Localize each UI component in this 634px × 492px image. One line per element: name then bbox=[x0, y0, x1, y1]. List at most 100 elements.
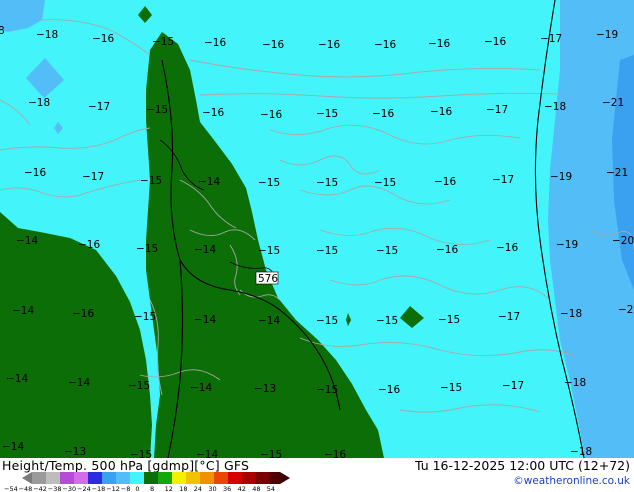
colorbar-tick-label: 24 bbox=[194, 485, 202, 492]
temperature-label: −20 bbox=[612, 235, 634, 247]
colorbar-tick-label: 0 bbox=[135, 485, 139, 492]
temperature-label: −18 bbox=[570, 446, 592, 458]
temperature-label: −19 bbox=[550, 171, 572, 183]
colorbar-tick-label: −38 bbox=[48, 485, 62, 492]
temperature-label: −17 bbox=[498, 311, 520, 323]
colorbar-tick-label: 8 bbox=[150, 485, 154, 492]
temperature-label: −19 bbox=[596, 29, 618, 41]
temperature-label: −14 bbox=[2, 441, 24, 453]
temperature-label: −14 bbox=[12, 305, 34, 317]
colorbar-tick-label: −18 bbox=[92, 485, 106, 492]
footer: Height/Temp. 500 hPa [gdmp][°C] GFS Tu 1… bbox=[0, 458, 634, 492]
temperature-label: −17 bbox=[486, 104, 508, 116]
temperature-label: −14 bbox=[196, 449, 218, 458]
temperature-label: −16 bbox=[430, 106, 452, 118]
colorbar-tick-label: −48 bbox=[19, 485, 33, 492]
colorbar-tick-label: 30 bbox=[208, 485, 216, 492]
temperature-label: −14 bbox=[194, 244, 216, 256]
temperature-label: −16 bbox=[372, 108, 394, 120]
temperature-label: −16 bbox=[202, 107, 224, 119]
colorbar-tick-label: 54 bbox=[267, 485, 275, 492]
temperature-label: −15 bbox=[316, 384, 338, 396]
temperature-label: −15 bbox=[376, 315, 398, 327]
temperature-label: −15 bbox=[316, 315, 338, 327]
temperature-label: −15 bbox=[316, 177, 338, 189]
temperature-label: −17 bbox=[502, 380, 524, 392]
temperature-label: −14 bbox=[198, 176, 220, 188]
temperature-label: −16 bbox=[324, 449, 346, 458]
colorbar-tick-label: −12 bbox=[106, 485, 120, 492]
colorbar-ticks: −54 −48 −42 −38 −30 −24 −18 −12 −8 0 8 12 18 24 30 36 42… bbox=[4, 485, 275, 492]
edge-label-left: 8 bbox=[0, 25, 5, 37]
temperature-label: −18 bbox=[28, 97, 50, 109]
temperature-label: −14 bbox=[68, 377, 90, 389]
temperature-label: −17 bbox=[88, 101, 110, 113]
temperature-label: −15 bbox=[134, 311, 156, 323]
colorbar bbox=[22, 472, 290, 484]
colorbar-tick-label: −54 bbox=[4, 485, 18, 492]
temperature-label: −16 bbox=[92, 33, 114, 45]
temperature-label: −16 bbox=[262, 39, 284, 51]
temperature-label: −15 bbox=[316, 245, 338, 257]
temperature-label: −17 bbox=[540, 33, 562, 45]
temperature-label: −13 bbox=[254, 383, 276, 395]
temperature-label: −16 bbox=[260, 109, 282, 121]
temperature-label: −18 bbox=[560, 308, 582, 320]
temperature-label: −16 bbox=[374, 39, 396, 51]
chart-title: Height/Temp. 500 hPa [gdmp][°C] GFS bbox=[2, 458, 250, 473]
temperature-label: −16 bbox=[434, 176, 456, 188]
colorbar-tick-label: 42 bbox=[238, 485, 246, 492]
temperature-label: −15 bbox=[260, 449, 282, 458]
temperature-label: −16 bbox=[78, 239, 100, 251]
temperature-label: −14 bbox=[258, 315, 280, 327]
temperature-label: −16 bbox=[436, 244, 458, 256]
temperature-label: −15 bbox=[438, 314, 460, 326]
temperature-label: −15 bbox=[440, 382, 462, 394]
colorbar-tick-label: 36 bbox=[223, 485, 231, 492]
temperature-label: −17 bbox=[492, 174, 514, 186]
temperature-label: −15 bbox=[374, 177, 396, 189]
temperature-label: −21 bbox=[606, 167, 628, 179]
temperature-label: −14 bbox=[190, 382, 212, 394]
temperature-label: −16 bbox=[496, 242, 518, 254]
temperature-label: −14 bbox=[6, 373, 28, 385]
temperature-label: −16 bbox=[318, 39, 340, 51]
temperature-label: −14 bbox=[16, 235, 38, 247]
colorbar-tick-label: 48 bbox=[252, 485, 260, 492]
temperature-label: −16 bbox=[484, 36, 506, 48]
colorbar-tick-label: −24 bbox=[77, 485, 91, 492]
height-value-marker: 576 bbox=[255, 271, 278, 285]
colorbar-tick-label: 12 bbox=[165, 485, 173, 492]
temperature-label: −15 bbox=[136, 243, 158, 255]
temperature-label: −21 bbox=[602, 97, 624, 109]
site-credit[interactable]: ©weatheronline.co.uk bbox=[513, 475, 630, 487]
temperature-label: −16 bbox=[204, 37, 226, 49]
temperature-label: −15 bbox=[140, 175, 162, 187]
temperature-label: −15 bbox=[376, 245, 398, 257]
temperature-map: −18 −16 −15 −16 −16 −16 −16 −16 −16 −17 −19 −18 −17 −… bbox=[0, 0, 634, 458]
temperature-label: −16 bbox=[428, 38, 450, 50]
temperature-label: −15 bbox=[152, 36, 174, 48]
colorbar-tick-label: −8 bbox=[121, 485, 131, 492]
temperature-label: −13 bbox=[64, 446, 86, 458]
valid-datetime: Tu 16-12-2025 12:00 UTC (12+72) bbox=[414, 458, 630, 473]
temperature-label: −15 bbox=[146, 104, 168, 116]
temperature-label: −15 bbox=[128, 380, 150, 392]
temperature-label: −16 bbox=[24, 167, 46, 179]
temperature-label: −14 bbox=[194, 314, 216, 326]
temperature-label: −15 bbox=[316, 108, 338, 120]
temperature-label: −18 bbox=[36, 29, 58, 41]
temperature-label: −18 bbox=[544, 101, 566, 113]
temperature-label: −15 bbox=[258, 177, 280, 189]
colorbar-tick-label: −30 bbox=[62, 485, 76, 492]
colorbar-tick-label: −42 bbox=[33, 485, 47, 492]
temperature-label: −15 bbox=[258, 245, 280, 257]
colorbar-tick-label: 18 bbox=[179, 485, 187, 492]
temperature-label: −16 bbox=[378, 384, 400, 396]
height-value-text: 576 bbox=[258, 273, 278, 285]
temperature-label: −16 bbox=[72, 308, 94, 320]
temperature-label: −18 bbox=[564, 377, 586, 389]
temperature-label: −15 bbox=[130, 449, 152, 458]
temperature-label: −2 bbox=[618, 304, 633, 316]
temperature-label: −19 bbox=[556, 239, 578, 251]
